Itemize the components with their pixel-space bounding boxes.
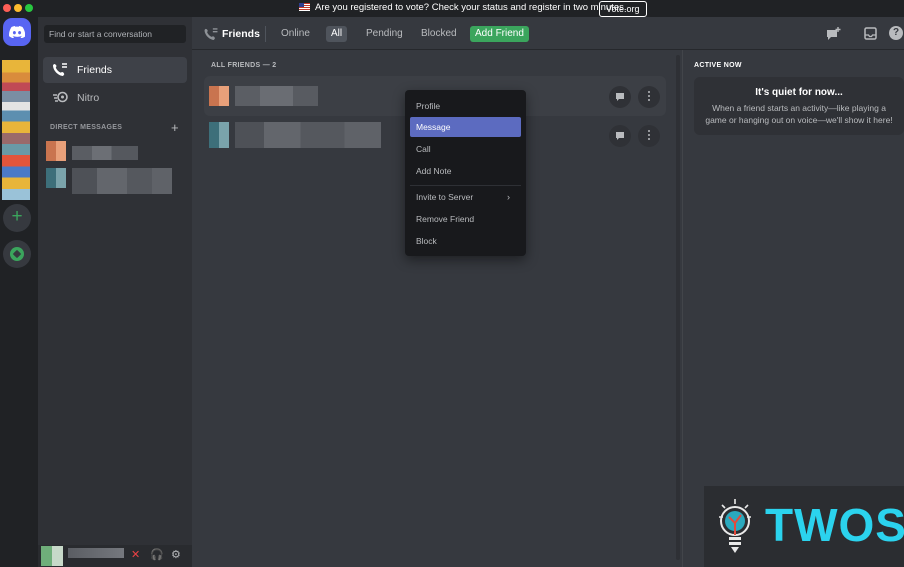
settings-gear-icon[interactable]: ⚙ — [171, 548, 181, 561]
chat-bubble-icon — [616, 132, 624, 140]
menu-item-invite-to-server[interactable]: Invite to Server — [410, 187, 521, 207]
close-window-button[interactable] — [3, 4, 11, 12]
discord-logo-icon — [9, 26, 25, 38]
compass-icon — [10, 247, 24, 261]
more-vertical-icon — [648, 130, 650, 132]
mute-microphone-icon[interactable]: ✕ — [131, 548, 140, 561]
create-dm-plus-icon[interactable]: + — [171, 120, 179, 135]
conversation-search-input[interactable]: Find or start a conversation — [44, 25, 186, 43]
direct-messages-header: DIRECT MESSAGES — [50, 124, 123, 131]
headphones-icon[interactable]: 🎧 — [150, 548, 164, 561]
explore-servers-button[interactable] — [3, 240, 31, 268]
avatar[interactable] — [41, 546, 63, 566]
watermark-text: TWOS — [765, 499, 904, 551]
tab-blocked[interactable]: Blocked — [416, 26, 462, 42]
avatar — [209, 86, 229, 106]
avatar[interactable] — [46, 168, 66, 188]
scrollbar[interactable] — [676, 55, 680, 560]
page-title: Friends — [222, 28, 260, 40]
add-friend-button[interactable]: Add Friend — [470, 26, 529, 42]
quiet-description: When a friend starts an activity—like pl… — [705, 103, 893, 125]
sidebar-item-nitro[interactable]: Nitro — [43, 85, 187, 111]
sidebar-item-label: Nitro — [77, 92, 100, 104]
lightbulb-logo-icon — [718, 497, 752, 557]
menu-item-call[interactable]: Call — [410, 139, 521, 159]
us-flag-icon — [299, 3, 310, 11]
plus-icon: + — [11, 206, 23, 227]
chevron-right-icon: › — [507, 192, 510, 202]
server-list-blurred[interactable] — [2, 60, 30, 200]
tab-pending[interactable]: Pending — [361, 26, 408, 42]
vote-org-button[interactable]: Vote.org — [599, 1, 647, 17]
more-options-button[interactable] — [638, 86, 660, 108]
friends-icon — [53, 63, 67, 76]
menu-item-block[interactable]: Block — [410, 231, 521, 251]
inbox-icon[interactable] — [864, 27, 877, 45]
dm-name-blurred[interactable] — [72, 146, 138, 160]
avatar[interactable] — [46, 141, 66, 161]
tab-online[interactable]: Online — [276, 26, 315, 42]
help-icon[interactable]: ? — [889, 26, 903, 40]
all-friends-header: ALL FRIENDS — 2 — [211, 62, 277, 69]
more-vertical-icon — [648, 91, 650, 93]
username-blurred — [68, 548, 124, 558]
menu-item-add-note[interactable]: Add Note — [410, 161, 521, 181]
message-button[interactable] — [609, 86, 631, 108]
friend-name-blurred — [235, 86, 318, 106]
zoom-window-button[interactable] — [25, 4, 33, 12]
add-server-button[interactable]: + — [3, 204, 31, 232]
new-group-dm-icon[interactable] — [826, 27, 842, 46]
friend-name-blurred — [235, 122, 381, 148]
message-button[interactable] — [609, 125, 631, 147]
menu-item-remove-friend[interactable]: Remove Friend — [410, 209, 521, 229]
divider — [265, 26, 266, 42]
sidebar-item-friends[interactable]: Friends — [43, 57, 187, 83]
chat-bubble-icon — [616, 93, 624, 101]
nitro-icon — [53, 91, 68, 103]
avatar — [209, 122, 229, 148]
minimize-window-button[interactable] — [14, 4, 22, 12]
quiet-title: It's quiet for now... — [755, 87, 843, 98]
friends-icon — [204, 28, 218, 40]
banner-text: Are you registered to vote? Check your s… — [315, 2, 627, 13]
menu-item-message[interactable]: Message — [410, 117, 521, 137]
more-options-button[interactable] — [638, 125, 660, 147]
tab-all[interactable]: All — [326, 26, 348, 42]
menu-item-profile[interactable]: Profile — [410, 96, 521, 116]
sidebar-item-label: Friends — [77, 64, 113, 76]
discord-home-button[interactable] — [3, 18, 31, 46]
active-now-header: ACTIVE NOW — [694, 62, 742, 69]
dm-name-blurred[interactable] — [72, 168, 172, 194]
menu-separator — [410, 185, 521, 186]
